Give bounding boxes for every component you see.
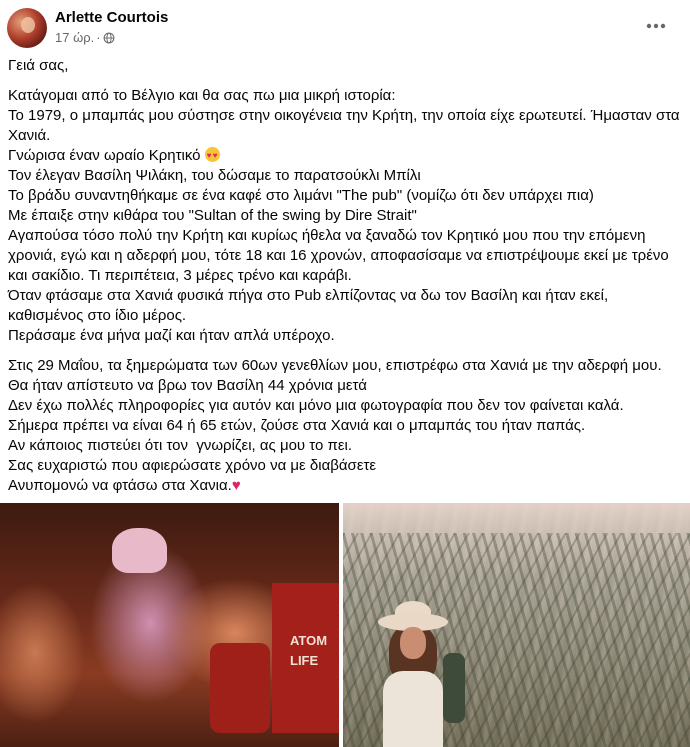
text-line-with-emoji: Ανυπομονώ να φτάσω στα Χανια.♥ (8, 476, 684, 496)
meta-separator: · (96, 30, 101, 45)
author-name[interactable]: Arlette Courtois (55, 9, 168, 26)
text-line: Το βράδυ συναντηθήκαμε σε ένα καφέ στο λ… (8, 187, 594, 204)
text-line: Ανυπομονώ να φτάσω στα Χανια. (8, 477, 232, 494)
avatar[interactable] (7, 8, 47, 48)
body-shape (383, 671, 443, 747)
photo-hiker[interactable] (343, 503, 690, 747)
post-text: Γειά σας, Κατάγομαι από το Βέλγιο και θα… (8, 56, 684, 496)
greeting: Γειά σας, (8, 57, 69, 74)
shirt-print: ATOM LIFE (290, 631, 327, 671)
photo-pub-group[interactable]: ATOM LIFE (0, 503, 339, 747)
text-line: Γνώρισα έναν ωραίο Κρητικό (8, 147, 201, 164)
text-line: Σας ευχαριστώ που αφιερώσατε χρόνο να με… (8, 457, 377, 474)
post-time[interactable]: 17 ώρ. (55, 30, 94, 45)
post-meta: 17 ώρ. · (55, 30, 115, 45)
text-line: Το 1979, ο μπαμπάς μου σύστησε στην οικο… (8, 107, 684, 144)
post-header: Arlette Courtois 17 ώρ. · (0, 0, 690, 52)
more-horizontal-icon (646, 23, 666, 29)
heart-eyes-emoji (204, 146, 220, 166)
text-line-with-emoji: Γνώρισα έναν ωραίο Κρητικό (8, 146, 684, 166)
more-options-button[interactable] (640, 12, 672, 40)
text-line: Στις 29 Μαΐου, τα ξημερώματα των 60ων γε… (8, 357, 666, 394)
text-line: Σήμερα πρέπει να είναι 64 ή 65 ετών, ζού… (8, 417, 586, 434)
red-top-shape (210, 643, 270, 733)
text-line: Αν κάποιος πιστεύει ότι τον γνωρίζει, ας… (8, 437, 353, 454)
text-line: Δεν έχω πολλές πληροφορίες για αυτόν και… (8, 397, 624, 414)
text-line: Με έπαιξε στην κιθάρα του "Sultan of the… (8, 207, 417, 224)
text-line: Περάσαμε ένα μήνα μαζί και ήταν απλά υπέ… (8, 327, 335, 344)
face-shape (400, 627, 426, 659)
backpack-shape (443, 653, 465, 723)
red-heart-emoji: ♥ (231, 477, 241, 494)
text-line: Αγαπούσα τόσο πολύ την Κρήτη και κυρίως … (8, 227, 673, 284)
shirt-print-line: LIFE (290, 653, 319, 668)
scarf-shape (112, 528, 167, 573)
text-line: Κατάγομαι από το Βέλγιο και θα σας πω μι… (8, 87, 396, 104)
photo-grid: ATOM LIFE (0, 503, 690, 747)
text-line: Τον έλεγαν Βασίλη Ψιλάκη, του δώσαμε το … (8, 167, 421, 184)
globe-icon[interactable] (103, 32, 115, 44)
shirt-print-line: ATOM (290, 633, 328, 648)
text-line: Όταν φτάσαμε στα Χανιά φυσικά πήγα στο P… (8, 287, 613, 324)
